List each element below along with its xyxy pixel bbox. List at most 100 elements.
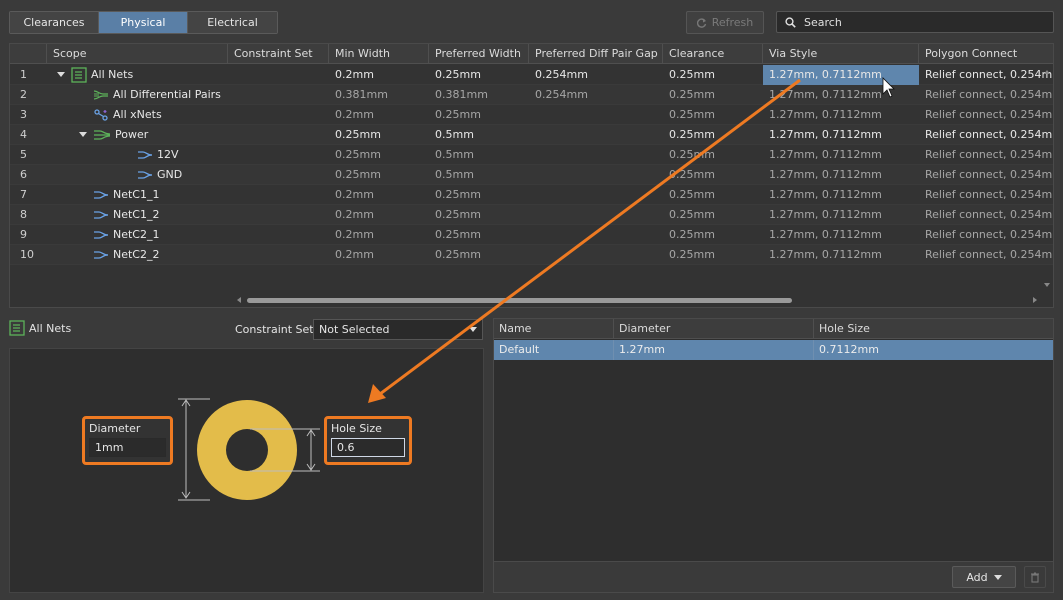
min-width-cell[interactable]: 0.2mm	[329, 205, 429, 225]
column-header-diameter[interactable]: Diameter	[614, 319, 814, 339]
table-row[interactable]: 4 Power 0.25mm 0.5mm 0.25mm 1.27mm, 0.7112mm R…	[10, 125, 1053, 145]
polygon-connect-cell[interactable]: Relief connect, 0.254m	[919, 185, 1053, 205]
constraint-set-cell[interactable]	[228, 225, 329, 245]
scope-cell[interactable]: NetC1_1	[47, 185, 228, 205]
horizontal-scrollbar[interactable]	[235, 294, 1040, 306]
refresh-button[interactable]: Refresh	[686, 11, 764, 34]
constraint-set-cell[interactable]	[228, 125, 329, 145]
search-box[interactable]	[776, 11, 1054, 33]
min-width-cell[interactable]: 0.25mm	[329, 125, 429, 145]
diff-pair-gap-cell[interactable]	[529, 145, 663, 165]
scope-cell[interactable]: GND	[47, 165, 228, 185]
column-header-polygon-connect[interactable]: Polygon Connect	[919, 44, 1053, 64]
preferred-width-cell[interactable]: 0.381mm	[429, 85, 529, 105]
table-row[interactable]: 5 12V 0.25mm 0.5mm 0.25mm 1.27mm, 0.7112mm Rel…	[10, 145, 1053, 165]
constraint-set-cell[interactable]	[228, 165, 329, 185]
scope-cell[interactable]: All Nets	[47, 65, 228, 85]
clearance-cell[interactable]: 0.25mm	[663, 245, 763, 265]
preferred-width-cell[interactable]: 0.5mm	[429, 125, 529, 145]
constraint-set-cell[interactable]	[228, 145, 329, 165]
diff-pair-gap-cell[interactable]	[529, 225, 663, 245]
constraint-set-select[interactable]: Not Selected	[313, 319, 483, 340]
scope-cell[interactable]: All xNets	[47, 105, 228, 125]
clearance-cell[interactable]: 0.25mm	[663, 165, 763, 185]
column-header-via-style[interactable]: Via Style	[763, 44, 919, 64]
polygon-connect-cell[interactable]: Relief connect, 0.254m	[919, 125, 1053, 145]
preferred-width-cell[interactable]: 0.25mm	[429, 65, 529, 85]
scope-cell[interactable]: NetC2_1	[47, 225, 228, 245]
clearance-cell[interactable]: 0.25mm	[663, 65, 763, 85]
constraint-set-cell[interactable]	[228, 185, 329, 205]
expand-toggle-icon[interactable]	[79, 125, 89, 145]
via-style-cell[interactable]: 1.27mm, 0.7112mm	[763, 125, 919, 145]
preferred-width-cell[interactable]: 0.25mm	[429, 245, 529, 265]
diff-pair-gap-cell[interactable]	[529, 125, 663, 145]
clearance-cell[interactable]: 0.25mm	[663, 105, 763, 125]
column-header-preferred-width[interactable]: Preferred Width	[429, 44, 529, 64]
clearance-cell[interactable]: 0.25mm	[663, 145, 763, 165]
horizontal-scroll-thumb[interactable]	[247, 298, 792, 303]
constraint-set-cell[interactable]	[228, 105, 329, 125]
via-style-cell[interactable]: 1.27mm, 0.7112mm	[763, 225, 919, 245]
min-width-cell[interactable]: 0.25mm	[329, 165, 429, 185]
polygon-connect-cell[interactable]: Relief connect, 0.254m	[919, 85, 1053, 105]
column-header-constraint-set[interactable]: Constraint Set	[228, 44, 329, 64]
preferred-width-cell[interactable]: 0.5mm	[429, 165, 529, 185]
polygon-connect-cell[interactable]: Relief connect, 0.254m	[919, 105, 1053, 125]
diff-pair-gap-cell[interactable]	[529, 245, 663, 265]
min-width-cell[interactable]: 0.381mm	[329, 85, 429, 105]
diff-pair-gap-cell[interactable]: 0.254mm	[529, 65, 663, 85]
via-style-cell[interactable]: 1.27mm, 0.7112mm	[763, 85, 919, 105]
table-row[interactable]: 7 NetC1_1 0.2mm 0.25mm 0.25mm 1.27mm, 0.7112m…	[10, 185, 1053, 205]
min-width-cell[interactable]: 0.25mm	[329, 145, 429, 165]
column-header-scope[interactable]: Scope	[47, 44, 228, 64]
diameter-input[interactable]: 1mm	[89, 438, 166, 457]
preferred-width-cell[interactable]: 0.25mm	[429, 205, 529, 225]
constraint-set-cell[interactable]	[228, 85, 329, 105]
min-width-cell[interactable]: 0.2mm	[329, 245, 429, 265]
constraint-set-cell[interactable]	[228, 245, 329, 265]
diff-pair-gap-cell[interactable]	[529, 185, 663, 205]
diff-pair-gap-cell[interactable]	[529, 105, 663, 125]
polygon-connect-cell[interactable]: Relief connect, 0.254m	[919, 225, 1053, 245]
table-row[interactable]: Default 1.27mm 0.7112mm	[494, 340, 1053, 360]
min-width-cell[interactable]: 0.2mm	[329, 65, 429, 85]
column-header-min-width[interactable]: Min Width	[329, 44, 429, 64]
preferred-width-cell[interactable]: 0.25mm	[429, 105, 529, 125]
via-style-cell[interactable]: 1.27mm, 0.7112mm	[763, 205, 919, 225]
min-width-cell[interactable]: 0.2mm	[329, 185, 429, 205]
polygon-connect-cell[interactable]: Relief connect, 0.254m	[919, 145, 1053, 165]
via-style-cell[interactable]: 1.27mm, 0.7112mm	[763, 105, 919, 125]
constraint-set-cell[interactable]	[228, 65, 329, 85]
preferred-width-cell[interactable]: 0.25mm	[429, 185, 529, 205]
scope-cell[interactable]: NetC2_2	[47, 245, 228, 265]
diff-pair-gap-cell[interactable]	[529, 165, 663, 185]
delete-button[interactable]	[1024, 566, 1046, 588]
clearance-cell[interactable]: 0.25mm	[663, 125, 763, 145]
scope-cell[interactable]: All Differential Pairs	[47, 85, 228, 105]
tab-physical[interactable]: Physical	[99, 12, 188, 33]
table-row[interactable]: 3 All xNets 0.2mm 0.25mm 0.25mm 1.27mm, 0.711…	[10, 105, 1053, 125]
tab-clearances[interactable]: Clearances	[10, 12, 99, 33]
via-style-cell[interactable]: 1.27mm, 0.7112mm	[763, 145, 919, 165]
preferred-width-cell[interactable]: 0.25mm	[429, 225, 529, 245]
polygon-connect-cell[interactable]: Relief connect, 0.254m	[919, 245, 1053, 265]
column-header-name[interactable]: Name	[494, 319, 614, 339]
clearance-cell[interactable]: 0.25mm	[663, 85, 763, 105]
table-row[interactable]: 2 All Differential Pairs 0.381mm 0.381mm 0.2…	[10, 85, 1053, 105]
search-input[interactable]	[804, 15, 1044, 29]
via-style-cell[interactable]: 1.27mm, 0.7112mm	[763, 165, 919, 185]
via-style-cell[interactable]: 1.27mm, 0.7112mm	[763, 65, 919, 85]
clearance-cell[interactable]: 0.25mm	[663, 185, 763, 205]
hole-size-input[interactable]: 0.6	[331, 438, 405, 457]
clearance-cell[interactable]: 0.25mm	[663, 205, 763, 225]
column-header-clearance[interactable]: Clearance	[663, 44, 763, 64]
polygon-connect-cell[interactable]: Relief connect, 0.254m	[919, 165, 1053, 185]
column-header-hole-size[interactable]: Hole Size	[814, 319, 1053, 339]
constraint-set-cell[interactable]	[228, 205, 329, 225]
via-style-cell[interactable]: 1.27mm, 0.7112mm	[763, 245, 919, 265]
diff-pair-gap-cell[interactable]	[529, 205, 663, 225]
scope-cell[interactable]: Power	[47, 125, 228, 145]
table-row[interactable]: 1 All Nets 0.2mm 0.25mm 0.254mm 0.25mm 1.27mm,…	[10, 65, 1053, 85]
min-width-cell[interactable]: 0.2mm	[329, 225, 429, 245]
